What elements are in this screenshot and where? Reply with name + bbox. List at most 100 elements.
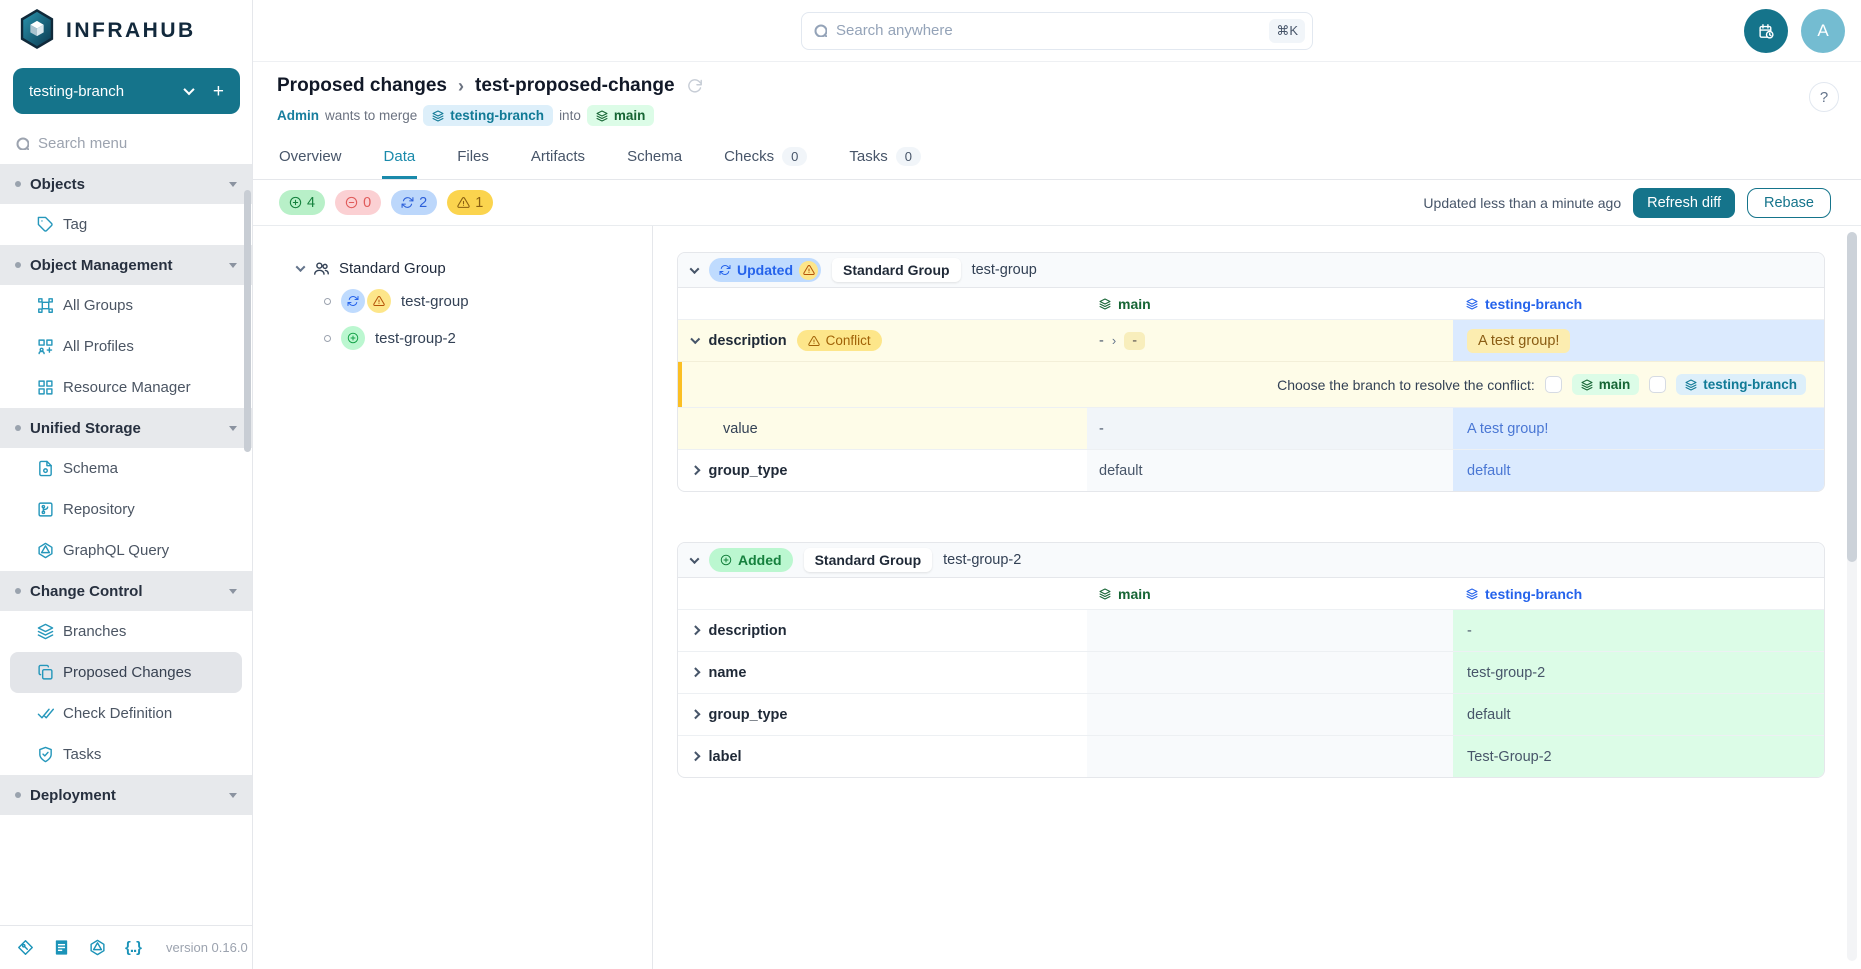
nav-group-deployment[interactable]: Deployment (0, 775, 252, 815)
tab-tasks[interactable]: Tasks0 (847, 138, 923, 179)
chevron-right-icon (691, 626, 700, 635)
nav-group-change-control[interactable]: Change Control (0, 571, 252, 611)
refresh-icon (719, 264, 731, 276)
refresh-diff-button[interactable]: Refresh diff (1633, 188, 1735, 218)
git-icon[interactable] (17, 939, 34, 956)
attribute-toggle-description[interactable]: description Conflict (678, 320, 1087, 361)
sidebar-item-branches[interactable]: Branches (0, 611, 252, 652)
tab-files[interactable]: Files (455, 138, 491, 179)
breadcrumb-current-page: test-proposed-change (475, 75, 675, 97)
sidebar-item-proposed-changes[interactable]: Proposed Changes (10, 652, 242, 693)
plus-circle-icon (720, 554, 732, 566)
object-name: test-group-2 (943, 552, 1021, 568)
tab-overview[interactable]: Overview (277, 138, 344, 179)
sidebar-search-input[interactable] (38, 135, 208, 152)
branch-value-cell: A test group! (1453, 320, 1824, 361)
chevron-right-icon (691, 466, 700, 475)
json-braces-icon[interactable]: {..} (125, 939, 141, 956)
nav-group-objects[interactable]: Objects (0, 164, 252, 204)
added-count-badge: 4 (279, 190, 325, 215)
schema-icon (37, 460, 54, 477)
global-search-input[interactable] (836, 22, 1260, 39)
tasks-calendar-button[interactable] (1744, 9, 1788, 53)
resolve-main-checkbox[interactable] (1545, 376, 1562, 393)
tab-schema[interactable]: Schema (625, 138, 684, 179)
main-value-cell: default (1087, 450, 1453, 491)
conflict-chip-icon (367, 289, 391, 313)
graphql-playground-icon[interactable] (89, 939, 106, 956)
column-header-testing-branch: testing-branch (1453, 288, 1824, 319)
attribute-toggle-label[interactable]: label (678, 736, 1087, 777)
sidebar-item-tasks[interactable]: Tasks (0, 734, 252, 775)
resolve-testing-branch-badge[interactable]: testing-branch (1676, 374, 1806, 395)
app-logo[interactable]: INFRAHUB (0, 0, 252, 62)
target-branch-badge[interactable]: main (587, 105, 655, 126)
sidebar-item-repository[interactable]: Repository (0, 489, 252, 530)
checks-count-badge: 0 (782, 147, 807, 166)
resolve-main-badge[interactable]: main (1572, 374, 1640, 395)
attribute-toggle-group-type[interactable]: group_type (678, 694, 1087, 735)
shield-check-icon (37, 746, 54, 763)
search-icon (814, 24, 827, 37)
sidebar-scrollbar-thumb[interactable] (244, 190, 251, 452)
chevron-down-icon (296, 262, 306, 272)
sidebar-item-resource-manager[interactable]: Resource Manager (0, 367, 252, 408)
sidebar-item-schema[interactable]: Schema (0, 448, 252, 489)
double-check-icon (37, 705, 54, 722)
add-branch-icon[interactable]: + (213, 82, 224, 101)
warning-icon (808, 335, 820, 347)
help-button[interactable]: ? (1809, 82, 1839, 112)
diff-row-description-value: value - A test group! (678, 407, 1824, 449)
main-scrollbar[interactable] (1847, 232, 1857, 961)
chevron-down-icon (183, 84, 194, 95)
diff-column-headers: main testing-branch (678, 288, 1824, 319)
sidebar-item-all-groups[interactable]: All Groups (0, 285, 252, 326)
branch-value-cell: - (1453, 610, 1824, 651)
diff-card-header[interactable]: Added Standard Group test-group-2 (678, 543, 1824, 578)
status-badge-added: Added (709, 548, 793, 572)
attribute-toggle-description[interactable]: description (678, 610, 1087, 651)
tab-checks[interactable]: Checks0 (722, 138, 809, 179)
conflict-resolution-row: Choose the branch to resolve the conflic… (678, 361, 1824, 407)
main-value-cell (1087, 652, 1453, 693)
nav-group-unified-storage[interactable]: Unified Storage (0, 408, 252, 448)
updated-chip-icon (341, 289, 365, 313)
tree-node-standard-group[interactable]: Standard Group (297, 260, 652, 277)
minus-circle-icon (345, 196, 358, 209)
sidebar-item-graphql-query[interactable]: GraphQL Query (0, 530, 252, 571)
sidebar-item-artifact[interactable]: Artifact (0, 815, 252, 826)
attribute-toggle-name[interactable]: name (678, 652, 1087, 693)
breadcrumb-proposed-changes[interactable]: Proposed changes (277, 75, 447, 97)
global-search[interactable]: ⌘K (801, 12, 1313, 50)
merge-author[interactable]: Admin (277, 108, 319, 123)
tab-bar: Overview Data Files Artifacts Schema Che… (253, 138, 1861, 180)
tab-artifacts[interactable]: Artifacts (529, 138, 587, 179)
chevron-down-icon (691, 334, 700, 343)
branch-selector[interactable]: testing-branch + (13, 68, 240, 114)
tab-data[interactable]: Data (382, 138, 418, 179)
tree-node-test-group[interactable]: test-group (324, 288, 652, 314)
branch-layers-icon (1099, 298, 1111, 310)
main-scrollbar-thumb[interactable] (1847, 232, 1857, 562)
branch-layers-icon (596, 110, 608, 122)
rebase-button[interactable]: Rebase (1747, 188, 1831, 218)
diff-card-header[interactable]: Updated Standard Group test-group (678, 253, 1824, 288)
search-icon (16, 137, 29, 150)
sidebar-item-check-definition[interactable]: Check Definition (0, 693, 252, 734)
sidebar-item-tag[interactable]: Tag (0, 204, 252, 245)
attribute-toggle-group-type[interactable]: group_type (678, 450, 1087, 491)
sidebar-item-all-profiles[interactable]: All Profiles (0, 326, 252, 367)
docs-icon[interactable] (53, 939, 70, 956)
branch-layers-icon (1099, 588, 1111, 600)
resolve-testing-branch-checkbox[interactable] (1649, 376, 1666, 393)
nav-group-object-management[interactable]: Object Management (0, 245, 252, 285)
branch-value-cell: default (1453, 694, 1824, 735)
tree-node-test-group-2[interactable]: test-group-2 (324, 325, 652, 351)
user-avatar[interactable]: A (1801, 9, 1845, 53)
last-updated-text: Updated less than a minute ago (1423, 195, 1621, 211)
source-branch-badge[interactable]: testing-branch (423, 105, 553, 126)
main-value-cell: - › - (1087, 320, 1453, 361)
reload-icon[interactable] (686, 78, 703, 95)
top-actions: A (1744, 9, 1845, 53)
diff-row-label: label Test-Group-2 (678, 735, 1824, 777)
